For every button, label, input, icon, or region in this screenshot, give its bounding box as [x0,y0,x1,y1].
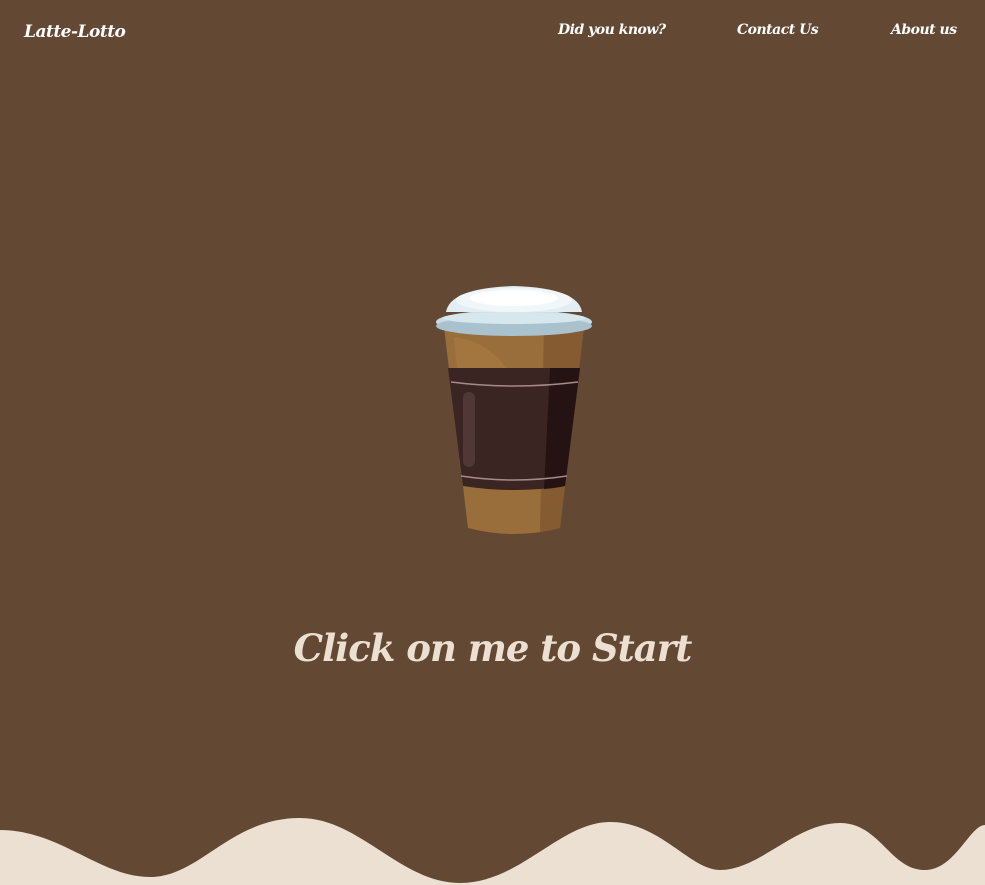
start-button[interactable]: Click on me to Start [0,626,985,670]
brand-logo[interactable]: Latte-Lotto [24,22,126,42]
nav-did-you-know[interactable]: Did you know? [558,22,666,38]
coffee-cup-icon[interactable] [432,282,596,540]
wave-divider [0,818,985,885]
nav-contact-us[interactable]: Contact Us [737,22,819,38]
nav-about-us[interactable]: About us [891,22,957,38]
